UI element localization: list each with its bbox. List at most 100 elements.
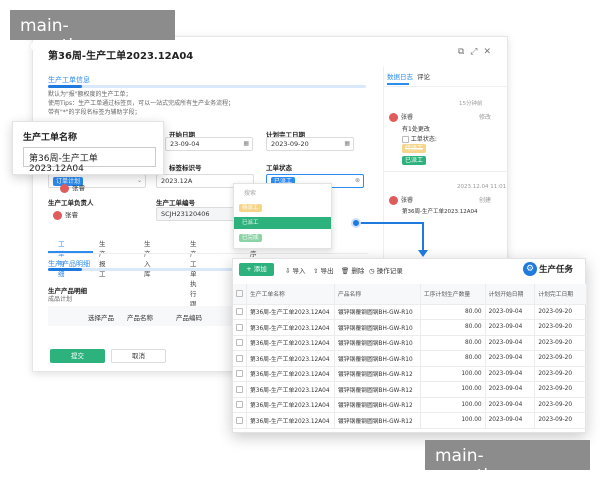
entry2-user: 张睿 xyxy=(389,195,413,205)
watermark-top: main-venetian.com xyxy=(10,10,175,56)
col-header: 工序计划生产数量 xyxy=(420,284,486,305)
tab-comments[interactable]: 评论 xyxy=(417,71,430,81)
avatar xyxy=(389,113,398,122)
expand-icon[interactable]: ⤢ xyxy=(470,47,483,57)
add-button[interactable]: + 添加 xyxy=(239,263,274,276)
checkbox[interactable] xyxy=(236,416,243,424)
avatar-name: 张睿 xyxy=(72,184,85,192)
production-task-panel: + 添加 ⇩ 导入 ⇧ 导出 🗑 删除 ◷ 操作记录 ⚙ 生产任务 生产工单名称… xyxy=(232,258,587,433)
entry1-new-status: 已派工 xyxy=(402,156,427,165)
callout-title: 生产工单名称 xyxy=(23,133,78,143)
col-header: 计划开始日期 xyxy=(485,284,536,305)
tab-report[interactable]: 生产报工 xyxy=(99,238,106,278)
col-header: 生产工单名称 xyxy=(246,284,335,305)
checkbox[interactable] xyxy=(236,401,243,409)
connector-line xyxy=(360,222,423,224)
entry1-user: 张睿 xyxy=(389,112,413,122)
delete-button[interactable]: 🗑 删除 xyxy=(341,265,364,275)
checkbox[interactable] xyxy=(236,385,243,393)
status-label: 工单状态 xyxy=(266,164,292,172)
entry1-line1: 有1处更改 xyxy=(402,126,430,133)
section-title-info: 生产工单信息 xyxy=(48,76,90,84)
table-header-row: 生产工单名称 产品名称 工序计划生产数量 计划开始日期 计划完工日期 xyxy=(233,284,587,305)
arrow-down-icon xyxy=(418,250,428,257)
entry2-detail: 第36周-生产工单2023.12A04 xyxy=(402,209,478,215)
calendar-icon: ▦ xyxy=(243,140,249,147)
section-rule-accent xyxy=(48,85,82,88)
section-rule xyxy=(48,85,366,88)
chevron-down-icon: ⌄ xyxy=(136,177,142,184)
detail-sub-text: 成品计划 xyxy=(48,296,73,303)
table-row[interactable]: 第36周-生产工单2023.12A04 镀锌钢覆钢圆钢BH-GW-R12 100.0… xyxy=(233,381,587,398)
table-row[interactable]: 第36周-生产工单2023.12A04 镀锌钢覆钢圆钢BH-GW-R12 100.0… xyxy=(233,366,587,382)
batch-label: 标签标识号 xyxy=(169,164,202,172)
checkbox[interactable] xyxy=(236,323,243,331)
tab-data-log[interactable]: 数据日志 xyxy=(387,71,413,81)
plan-end-input[interactable]: 2023-09-20 ▦ xyxy=(266,137,354,151)
connector-line xyxy=(422,222,424,252)
entry1-line2: 工单状态: xyxy=(402,134,437,143)
entry1-action: 修改 xyxy=(479,114,492,121)
log-button[interactable]: ◷ 操作记录 xyxy=(369,265,403,275)
import-button[interactable]: ⇩ 导入 xyxy=(285,265,306,275)
col-header: 产品名称 xyxy=(334,284,421,305)
maximize-icon[interactable]: ⧉ xyxy=(458,47,470,57)
select-all-header[interactable] xyxy=(233,284,247,305)
checkbox-icon xyxy=(402,136,409,143)
avatar xyxy=(53,210,62,220)
divider xyxy=(384,171,508,172)
avatar xyxy=(60,183,69,193)
table-row[interactable]: 第36周-生产工单2023.12A04 镀锌钢覆钢圆钢BH-GW-R12 100.0… xyxy=(233,412,587,429)
tip-line: 带有"*"的字段名标签为辅助字段； xyxy=(48,109,141,116)
checkbox[interactable] xyxy=(236,354,243,362)
submit-button[interactable]: 提交 xyxy=(50,349,105,363)
table-row[interactable]: 第36周-生产工单2023.12A04 镀锌钢覆钢圆钢BH-GW-R10 80.00… xyxy=(233,350,587,367)
task-table: 生产工单名称 产品名称 工序计划生产数量 计划开始日期 计划完工日期 第36周-… xyxy=(233,284,587,429)
entry2-time: 2023.12.04 11:01 xyxy=(457,184,507,190)
table-row[interactable]: 第36周-生产工单2023.12A04 镀锌钢覆钢圆钢BH-GW-R12 100.0… xyxy=(233,397,587,413)
callout-name-input[interactable]: 第36周-生产工单2023.12A04 xyxy=(23,147,156,174)
plan-start-input[interactable]: 23-09-04 ▦ xyxy=(165,137,253,151)
tab-warehouse[interactable]: 生产入库 xyxy=(144,238,151,278)
dropdown-search[interactable]: 搜索 xyxy=(244,188,256,197)
close-icon[interactable]: ✕ xyxy=(483,47,497,57)
cancel-button[interactable]: 取消 xyxy=(111,349,166,363)
col-header: 选择产品 xyxy=(88,314,114,322)
code-label: 生产工单编号 xyxy=(156,199,195,207)
panel-title: 生产任务 xyxy=(538,265,573,275)
table-row[interactable]: 第36周-生产工单2023.12A04 镀锌钢覆钢圆钢BH-GW-R10 80.00… xyxy=(233,319,587,336)
entry1-old-status: 待派工 xyxy=(402,144,427,153)
calendar-icon: ▦ xyxy=(344,140,350,147)
tab-detail[interactable]: 工单明细 xyxy=(58,238,65,278)
status-option-done[interactable]: 已完成 xyxy=(234,232,331,244)
tips-block: 默认为"报"额权度的生产工单； 使用Tips：生产工单通过标签页，可以一站式完成… xyxy=(48,90,234,117)
status-dropdown: 搜索 待派工 已派工 已完成 xyxy=(233,183,332,249)
checkbox[interactable] xyxy=(236,339,243,347)
checkbox[interactable] xyxy=(236,290,243,298)
owner-avatar-row: 张睿 xyxy=(60,182,85,193)
col-header: 产品编码 xyxy=(176,314,202,322)
connector-dot xyxy=(351,218,361,228)
watermark-bottom: main-venetian.com xyxy=(425,440,590,486)
name-callout: 生产工单名称 第36周-生产工单2023.12A04 xyxy=(12,121,164,175)
checkbox[interactable] xyxy=(236,370,243,378)
entry2-action: 创建 xyxy=(479,197,492,204)
divider xyxy=(48,253,368,254)
table-row[interactable]: 第36周-生产工单2023.12A04 镀锌钢覆钢圆钢BH-GW-R10 80.00… xyxy=(233,335,587,351)
tip-line: 使用Tips：生产工单通过标签页，可以一站式完成所有生产业务流程； xyxy=(48,100,235,107)
gear-icon[interactable]: ⚙ xyxy=(523,262,537,276)
owner-label: 生产工单负责人 xyxy=(48,199,94,207)
tip-line: 默认为"报"额权度的生产工单； xyxy=(48,91,132,98)
clear-icon[interactable]: ⊗ xyxy=(355,177,360,184)
table-row[interactable]: 第36周-生产工单2023.12A04 镀锌钢覆钢圆钢BH-GW-R10 80.00… xyxy=(233,304,587,320)
status-option-dispatched[interactable]: 已派工 xyxy=(234,217,331,229)
detail-rule-accent xyxy=(48,268,82,271)
window-controls: ⧉⤢✕ xyxy=(458,47,497,57)
avatar xyxy=(389,196,398,205)
export-button[interactable]: ⇧ 导出 xyxy=(313,265,334,275)
entry1-time: 15分钟前 xyxy=(459,101,483,107)
checkbox[interactable] xyxy=(236,308,243,316)
owner-value[interactable]: 张睿 xyxy=(53,209,78,220)
status-option-pending[interactable]: 待派工 xyxy=(234,202,331,214)
side-tab-underline xyxy=(387,83,409,85)
